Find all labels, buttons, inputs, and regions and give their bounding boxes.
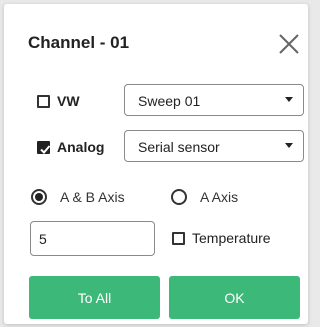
dropdown-arrow-icon <box>285 97 293 102</box>
vw-label: VW <box>57 93 80 109</box>
dropdown-arrow-icon <box>285 143 293 148</box>
temperature-checkbox-box[interactable] <box>172 231 185 245</box>
dialog-title: Channel - 01 <box>28 33 130 52</box>
analog-select[interactable]: Serial sensor <box>124 130 304 162</box>
vw-select-value: Sweep 01 <box>138 93 201 109</box>
radio-ab-axis-circle[interactable] <box>31 189 47 205</box>
radio-a-axis-label: A Axis <box>200 189 239 205</box>
analog-select-value: Serial sensor <box>138 139 220 155</box>
radio-a-axis-circle[interactable] <box>171 189 187 205</box>
ok-button[interactable]: OK <box>169 276 300 319</box>
vw-checkbox-box[interactable] <box>37 94 50 108</box>
radio-ab-axis-label: A & B Axis <box>60 189 125 205</box>
vw-select[interactable]: Sweep 01 <box>124 84 304 116</box>
analog-checkbox[interactable]: Analog <box>37 139 104 155</box>
to-all-button[interactable]: To All <box>29 276 160 319</box>
temperature-checkbox[interactable]: Temperature <box>172 230 271 246</box>
analog-label: Analog <box>57 139 105 155</box>
value-input[interactable] <box>30 221 155 256</box>
vw-checkbox[interactable]: VW <box>37 93 80 109</box>
radio-a-axis[interactable]: A Axis <box>171 189 238 205</box>
radio-ab-axis[interactable]: A & B Axis <box>31 189 125 205</box>
channel-dialog: Channel - 01 VW Sweep 01 Analog Serial s… <box>4 4 308 324</box>
analog-checkbox-box[interactable] <box>37 140 51 154</box>
temperature-label: Temperature <box>192 230 271 246</box>
close-icon[interactable] <box>278 33 300 55</box>
